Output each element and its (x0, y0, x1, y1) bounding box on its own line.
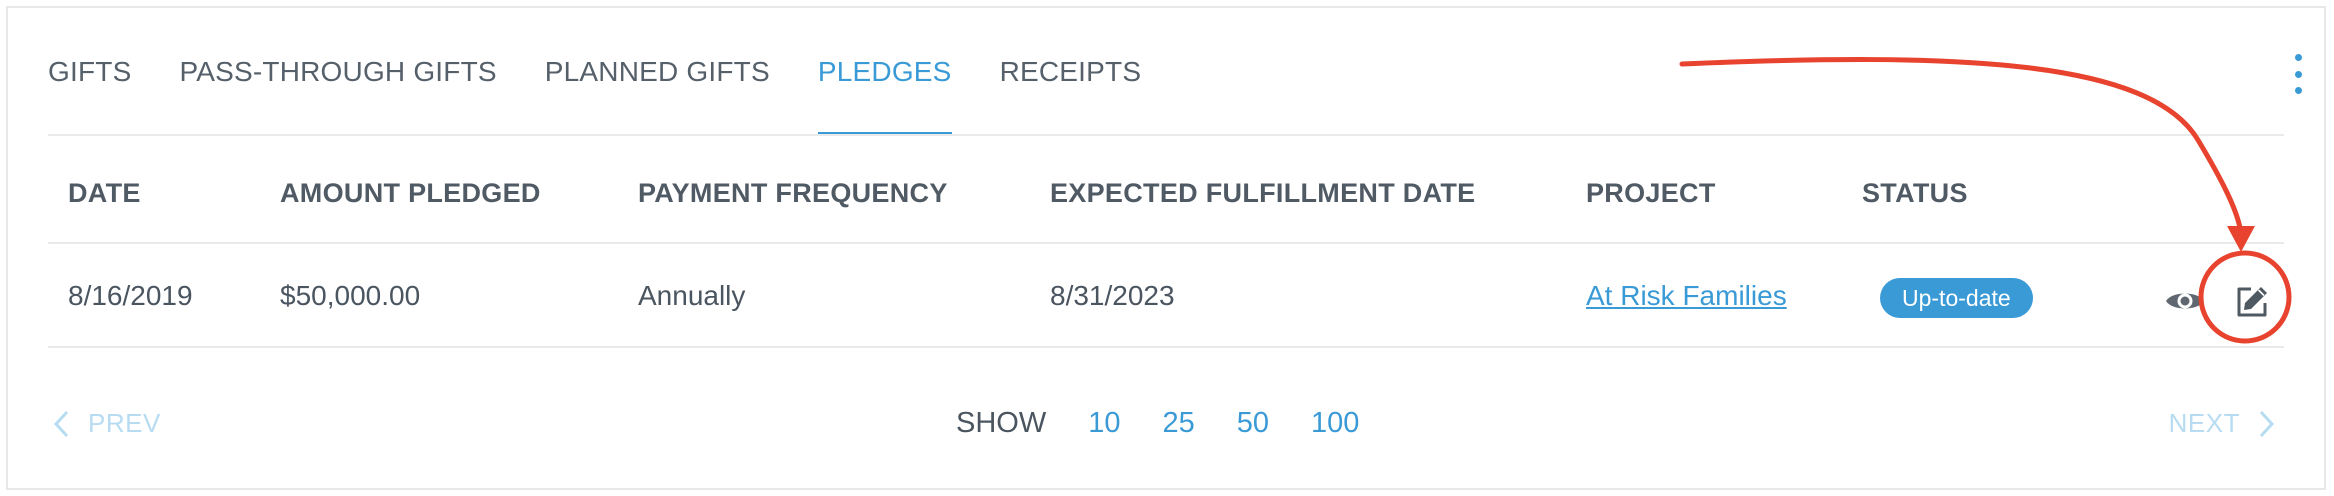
kebab-vertical-icon[interactable] (2286, 54, 2310, 94)
page-size-selector: SHOW 10 25 50 100 (956, 407, 1359, 440)
column-header-amount-pledged[interactable]: AMOUNT PLEDGED (280, 178, 541, 209)
column-header-date[interactable]: DATE (68, 178, 141, 209)
prev-label: PREV (88, 408, 161, 438)
page-size-50[interactable]: 50 (1237, 407, 1269, 440)
column-header-expected-fulfillment-date[interactable]: EXPECTED FULFILLMENT DATE (1050, 178, 1476, 209)
tab-planned-gifts[interactable]: PLANNED GIFTS (545, 8, 770, 136)
cell-frequency: Annually (638, 280, 746, 311)
pledges-card: GIFTS PASS-THROUGH GIFTS PLANNED GIFTS P… (6, 6, 2326, 490)
column-header-payment-frequency[interactable]: PAYMENT FREQUENCY (638, 178, 948, 209)
column-header-status[interactable]: STATUS (1862, 178, 1968, 209)
chevron-right-icon (2259, 410, 2275, 437)
next-label: NEXT (2168, 408, 2240, 438)
column-header-project[interactable]: PROJECT (1586, 178, 1716, 209)
tab-bar: GIFTS PASS-THROUGH GIFTS PLANNED GIFTS P… (48, 8, 1189, 136)
page-size-10[interactable]: 10 (1088, 407, 1120, 440)
cell-amount: $50,000.00 (280, 280, 421, 311)
page-size-25[interactable]: 25 (1162, 407, 1194, 440)
next-page-button[interactable]: NEXT (2169, 408, 2276, 439)
page-size-100[interactable]: 100 (1311, 407, 1359, 440)
edit-pencil-icon[interactable] (2234, 284, 2270, 320)
status-badge: Up-to-date (1880, 278, 2033, 318)
eye-icon[interactable] (2164, 288, 2206, 314)
tab-receipts[interactable]: RECEIPTS (1000, 8, 1142, 136)
tab-pledges[interactable]: PLEDGES (817, 8, 952, 136)
prev-page-button[interactable]: PREV (52, 408, 161, 439)
chevron-left-icon (53, 410, 69, 437)
cell-date: 8/16/2019 (68, 280, 193, 311)
cell-fulfillment-date: 8/31/2023 (1050, 280, 1175, 311)
tabs-divider (48, 134, 2284, 136)
header-divider (48, 242, 2284, 244)
tab-pass-through-gifts[interactable]: PASS-THROUGH GIFTS (179, 8, 496, 136)
tab-gifts[interactable]: GIFTS (48, 8, 131, 136)
row-divider (48, 346, 2284, 348)
project-link[interactable]: At Risk Families (1586, 280, 1787, 312)
show-label: SHOW (956, 407, 1047, 439)
